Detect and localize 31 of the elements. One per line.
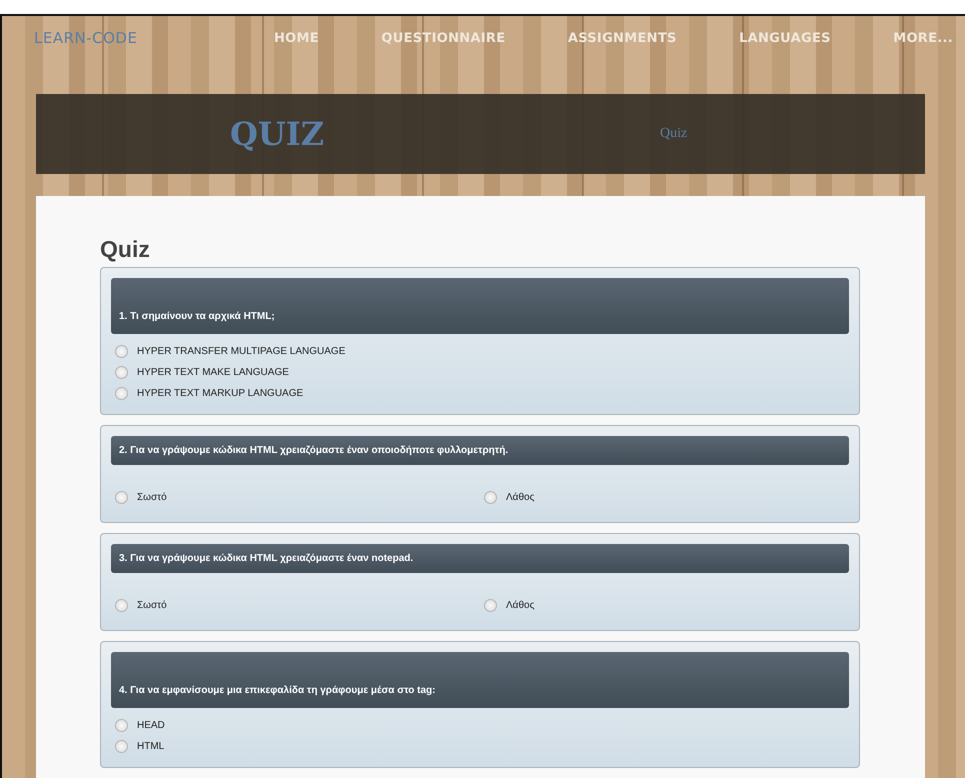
question-header: 3. Για να γράψουμε κώδικα HTML χρειαζόμαστε έναν notepad. [111, 544, 849, 573]
radio-button[interactable] [115, 345, 128, 358]
radio-button[interactable] [115, 599, 128, 612]
question-header: 2. Για να γράψουμε κώδικα HTML χρειαζόμαστε έναν οποιοδήποτε φυλλομετρητή. [111, 436, 849, 465]
option-label: Σωστό [137, 492, 167, 503]
banner-title: QUIZ [230, 115, 326, 153]
radio-button[interactable] [115, 366, 128, 379]
option-label: HYPER TEXT MAKE LANGUAGE [137, 367, 289, 378]
radio-button[interactable] [484, 491, 497, 504]
radio-button[interactable] [115, 740, 128, 753]
option-label: Λάθος [506, 492, 534, 503]
option-label: HTML [137, 741, 164, 752]
option-label: HYPER TEXT MARKUP LANGUAGE [137, 388, 304, 399]
nav-link[interactable]: MORE... [893, 30, 953, 46]
page-heading: Quiz [100, 236, 151, 263]
site-logo[interactable]: LEARN-CODE [34, 29, 244, 47]
breadcrumb-link[interactable]: Quiz [660, 126, 688, 142]
option-label: HYPER TRANSFER MULTIPAGE LANGUAGE [137, 346, 346, 357]
radio-button[interactable] [115, 719, 128, 732]
question-header: 1. Τι σημαίνουν τα αρχικά HTML; [111, 278, 849, 334]
option-label: Λάθος [506, 600, 534, 611]
nav-link[interactable]: ASSIGNMENTS [568, 30, 677, 46]
radio-button[interactable] [484, 599, 497, 612]
radio-button[interactable] [115, 387, 128, 400]
option-label: Σωστό [137, 600, 167, 611]
nav-link[interactable]: HOME [274, 30, 319, 46]
nav-link[interactable]: LANGUAGES [739, 30, 831, 46]
question-header: 4. Για να εμφανίσουμε μια επικεφαλίδα τη γράφουμε μέσα στο tag: [111, 652, 849, 708]
option-label: HEAD [137, 720, 165, 731]
radio-button[interactable] [115, 491, 128, 504]
nav-link[interactable]: QUESTIONNAIRE [381, 30, 506, 46]
